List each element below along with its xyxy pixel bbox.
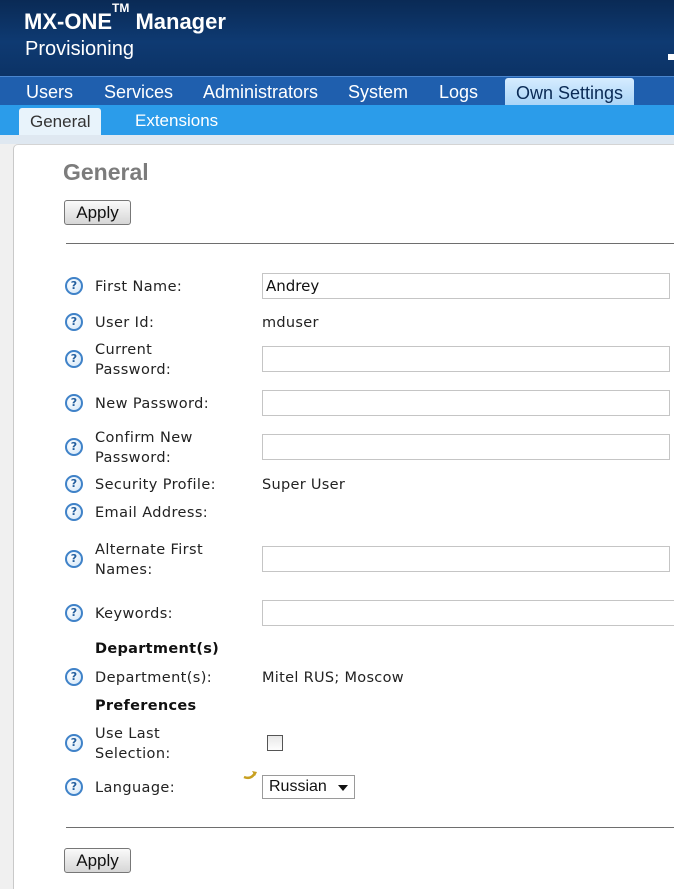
help-icon[interactable]: ? [65,475,83,493]
first-name-label: First Name: [95,279,183,295]
preferences-heading: Preferences [95,698,197,714]
subtab-general[interactable]: General [19,108,102,135]
keywords-input[interactable] [262,600,674,626]
new-password-input[interactable] [262,390,670,416]
tab-users[interactable]: Users [26,77,73,105]
apply-button-top[interactable]: Apply [64,200,131,225]
language-select[interactable]: Russian [262,775,355,799]
alt-first-names-label: Alternate First Names: [95,542,204,578]
first-name-input[interactable] [262,273,670,299]
current-password-label: Current Password: [95,342,172,378]
user-id-value: mduser [262,315,319,331]
page-title: General [63,159,149,185]
current-password-input[interactable] [262,346,670,372]
new-password-label: New Password: [95,396,210,412]
tab-logs[interactable]: Logs [439,77,478,105]
undo-arrow-icon[interactable] [242,769,258,783]
departments-label: Department(s): [95,670,213,686]
help-icon[interactable]: ? [65,604,83,622]
confirm-password-input[interactable] [262,434,670,460]
help-icon[interactable]: ? [65,350,83,368]
nav-divider-strip [0,135,674,144]
top-divider [66,243,674,244]
tab-services[interactable]: Services [104,77,173,105]
help-icon[interactable]: ? [65,313,83,331]
main-nav: Users Services Administrators System Log… [0,76,674,106]
help-icon[interactable]: ? [65,438,83,456]
email-label: Email Address: [95,505,209,521]
departments-heading: Department(s) [95,641,220,657]
tab-administrators[interactable]: Administrators [203,77,318,105]
tab-system[interactable]: System [348,77,408,105]
help-icon[interactable]: ? [65,734,83,752]
subtab-extensions[interactable]: Extensions [135,105,218,133]
help-icon[interactable]: ? [65,550,83,568]
bottom-divider [66,827,674,828]
keywords-label: Keywords: [95,606,173,622]
sub-nav: General Extensions [0,105,674,135]
security-profile-value: Super User [262,477,346,493]
departments-value: Mitel RUS; Moscow [262,670,404,686]
help-icon[interactable]: ? [65,668,83,686]
help-icon[interactable]: ? [65,503,83,521]
tab-own-settings[interactable]: Own Settings [505,78,635,106]
security-profile-label: Security Profile: [95,477,216,493]
help-icon[interactable]: ? [65,277,83,295]
apply-button-bottom[interactable]: Apply [64,848,131,873]
app-header: MX-ONETM Manager Provisioning [0,0,674,76]
help-icon[interactable]: ? [65,394,83,412]
header-edge-mark [668,54,674,60]
use-last-selection-checkbox[interactable] [267,735,283,751]
help-icon[interactable]: ? [65,778,83,796]
confirm-password-label: Confirm New Password: [95,430,193,466]
user-id-label: User Id: [95,315,155,331]
app-brand: MX-ONETM Manager [24,0,226,34]
alt-first-names-input[interactable] [262,546,670,572]
language-label: Language: [95,780,176,796]
chevron-down-icon [338,785,348,791]
use-last-selection-label: Use Last Selection: [95,726,171,762]
app-subtitle: Provisioning [25,38,134,60]
